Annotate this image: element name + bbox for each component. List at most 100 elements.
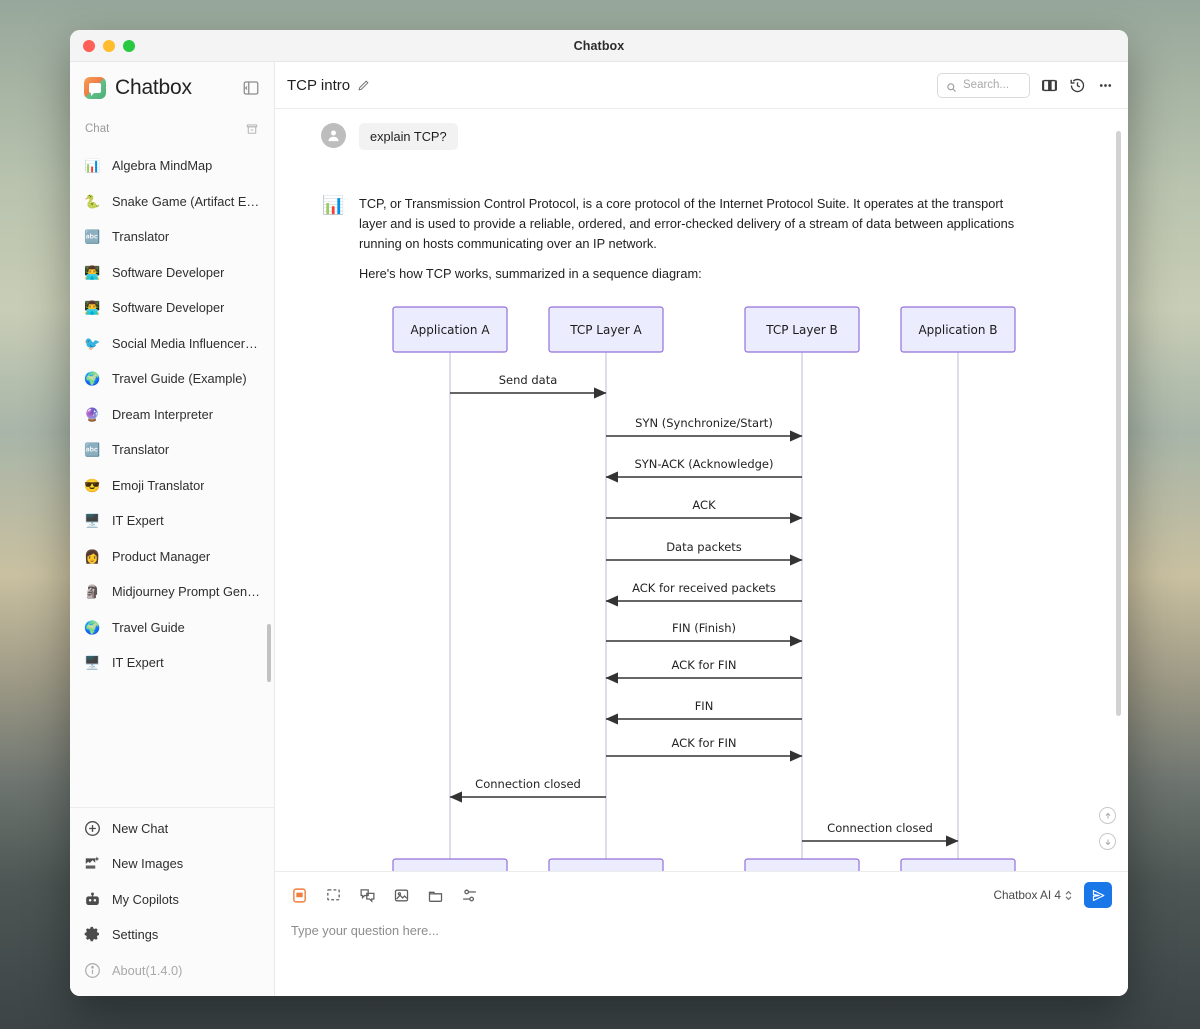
chat-list-item[interactable]: 👩Product Manager xyxy=(70,539,274,575)
sidebar-action-about-1-4-0[interactable]: About(1.4.0) xyxy=(70,953,274,989)
composer-toolbar: Chatbox AI 4 xyxy=(291,882,1112,908)
brand-header: Chatbox xyxy=(70,62,274,114)
chat-list-item[interactable]: 🗿 Midjourney Prompt Gener… xyxy=(70,574,274,610)
search-icon xyxy=(946,80,957,91)
model-selector[interactable]: Chatbox AI 4 xyxy=(993,888,1073,902)
edit-pencil-icon[interactable] xyxy=(357,79,370,92)
chat-list-item[interactable]: 👨‍💻Software Developer xyxy=(70,255,274,291)
chat-list-item[interactable]: 🌍Travel Guide xyxy=(70,610,274,646)
window-titlebar: Chatbox xyxy=(70,30,1128,62)
composer-right: Chatbox AI 4 xyxy=(993,882,1112,908)
screenshot-select-icon[interactable] xyxy=(325,887,342,904)
computer-avatar-icon: 🖥️ xyxy=(83,653,102,672)
chat-list-item-label: IT Expert xyxy=(112,655,164,670)
history-clock-icon[interactable] xyxy=(1069,77,1086,94)
sidebar-action-settings[interactable]: Settings xyxy=(70,917,274,953)
assistant-avatar: 📊 xyxy=(321,192,346,217)
clear-chats-icon[interactable] xyxy=(245,122,259,136)
message-label: Connection closed xyxy=(827,821,933,835)
assistant-message-body: TCP, or Transmission Control Protocol, i… xyxy=(359,192,1104,871)
chat-list-item[interactable]: 🖥️ IT Expert xyxy=(70,645,274,681)
info-circle-icon xyxy=(83,961,102,980)
chat-list-item[interactable]: 📊Algebra MindMap xyxy=(70,148,274,184)
user-avatar xyxy=(321,123,346,148)
scroll-up-button[interactable] xyxy=(1099,807,1116,824)
more-dots-icon[interactable] xyxy=(1097,77,1114,94)
chat-list-item-label: Software Developer xyxy=(112,300,224,315)
message-input[interactable] xyxy=(291,923,1112,938)
assistant-message-row: 📊 TCP, or Transmission Control Protocol,… xyxy=(275,192,1128,871)
chat-list-item[interactable]: 🖥️ IT Expert xyxy=(70,503,274,539)
conversation-scrollbar[interactable] xyxy=(1116,131,1121,716)
chat-section-label: Chat xyxy=(85,123,109,135)
page-title: TCP intro xyxy=(287,77,350,94)
chat-list-item-label: Translator xyxy=(112,442,169,457)
chat-list-item-label: Snake Game (Artifact Exa… xyxy=(112,194,261,209)
sunglasses-avatar-icon: 😎 xyxy=(83,476,102,495)
developer-avatar-icon: 👨‍💻 xyxy=(83,263,102,282)
scroll-down-button[interactable] xyxy=(1099,833,1116,850)
conversation-area[interactable]: explain TCP? 📊 TCP, or Transmission Cont… xyxy=(275,109,1128,871)
participant-box: Application A xyxy=(393,859,507,871)
settings-sliders-icon[interactable] xyxy=(461,887,478,904)
sidebar-action-label: Settings xyxy=(112,927,158,942)
sidebar-action-my-copilots[interactable]: My Copilots xyxy=(70,882,274,918)
chat-list-item[interactable]: 👨‍💻 Software Developer xyxy=(70,290,274,326)
participant-label: TCP Layer B xyxy=(765,323,838,337)
sidebar-action-label: My Copilots xyxy=(112,892,179,907)
chatbox-logo-icon[interactable] xyxy=(291,887,308,904)
participant-box: TCP Layer B xyxy=(745,307,859,352)
chat-list-item-label: Emoji Translator xyxy=(112,478,204,493)
message-label: SYN-ACK (Acknowledge) xyxy=(634,457,773,471)
composer: Chatbox AI 4 xyxy=(275,871,1128,996)
participant-box: Application B xyxy=(901,307,1015,352)
chat-list-item[interactable]: 😎 Emoji Translator xyxy=(70,468,274,504)
participant-box: TCP Layer A xyxy=(549,307,663,352)
sidebar-scrollbar[interactable] xyxy=(267,624,271,682)
chat-list-item[interactable]: 🐍 Snake Game (Artifact Exa… xyxy=(70,184,274,220)
model-name-label: Chatbox AI 4 xyxy=(993,888,1061,902)
assistant-paragraph-1: TCP, or Transmission Control Protocol, i… xyxy=(359,194,1031,254)
chatbox-logo-icon xyxy=(84,77,106,99)
chat-list-item[interactable]: 🔤Translator xyxy=(70,432,274,468)
chat-list[interactable]: 📊Algebra MindMap 🐍 Snake Game (Artifact Ex… xyxy=(70,144,274,807)
search-box[interactable] xyxy=(937,73,1030,98)
chat-list-item[interactable]: 🌍Travel Guide (Example) xyxy=(70,361,274,397)
developer-avatar-icon: 👨‍💻 xyxy=(83,298,102,317)
sequence-diagram-svg: Send dataSYN (Synchronize/Start)SYN-ACK … xyxy=(338,296,1038,871)
chat-list-item-label: Dream Interpreter xyxy=(112,407,213,422)
message-label: ACK for FIN xyxy=(672,736,737,750)
chat-list-item-label: Social Media Influencer (E… xyxy=(112,336,261,351)
message-label: FIN xyxy=(695,699,714,713)
search-input[interactable] xyxy=(963,79,1021,91)
chat-list-item-label: Midjourney Prompt Gener… xyxy=(112,584,261,599)
send-button[interactable] xyxy=(1084,882,1112,908)
globe-avatar-icon: 🌍 xyxy=(83,618,102,637)
sidebar-action-new-chat[interactable]: New Chat xyxy=(70,811,274,847)
topbar: TCP intro xyxy=(275,62,1128,109)
folder-icon[interactable] xyxy=(427,887,444,904)
collapse-sidebar-icon[interactable] xyxy=(242,79,260,97)
participant-box: Application A xyxy=(393,307,507,352)
topbar-actions xyxy=(937,73,1114,98)
chat-list-item[interactable]: 🐦Social Media Influencer (E… xyxy=(70,326,274,362)
paint-avatar-icon: 🗿 xyxy=(83,582,102,601)
chat-list-item-label: IT Expert xyxy=(112,513,164,528)
app-window: Chatbox Chatbox Chat xyxy=(70,30,1128,996)
split-panel-icon[interactable] xyxy=(1041,77,1058,94)
participant-label: TCP Layer A xyxy=(569,323,642,337)
quote-bubbles-icon[interactable] xyxy=(359,887,376,904)
assistant-paragraph-2: Here's how TCP works, summarized in a se… xyxy=(359,264,1031,284)
chat-list-item[interactable]: 🔮Dream Interpreter xyxy=(70,397,274,433)
chat-list-item[interactable]: 🔤Translator xyxy=(70,219,274,255)
sidebar-action-new-images[interactable]: New Images xyxy=(70,846,274,882)
snake-avatar-icon: 🐍 xyxy=(83,192,102,211)
chat-list-item-label: Algebra MindMap xyxy=(112,158,212,173)
computer-avatar-icon: 🖥️ xyxy=(83,511,102,530)
main-panel: TCP intro xyxy=(275,62,1128,996)
message-label: ACK for FIN xyxy=(672,658,737,672)
image-icon[interactable] xyxy=(393,887,410,904)
participant-label: Application B xyxy=(918,323,997,337)
sidebar: Chatbox Chat 📊Algebra xyxy=(70,62,275,996)
window-title: Chatbox xyxy=(70,39,1128,53)
